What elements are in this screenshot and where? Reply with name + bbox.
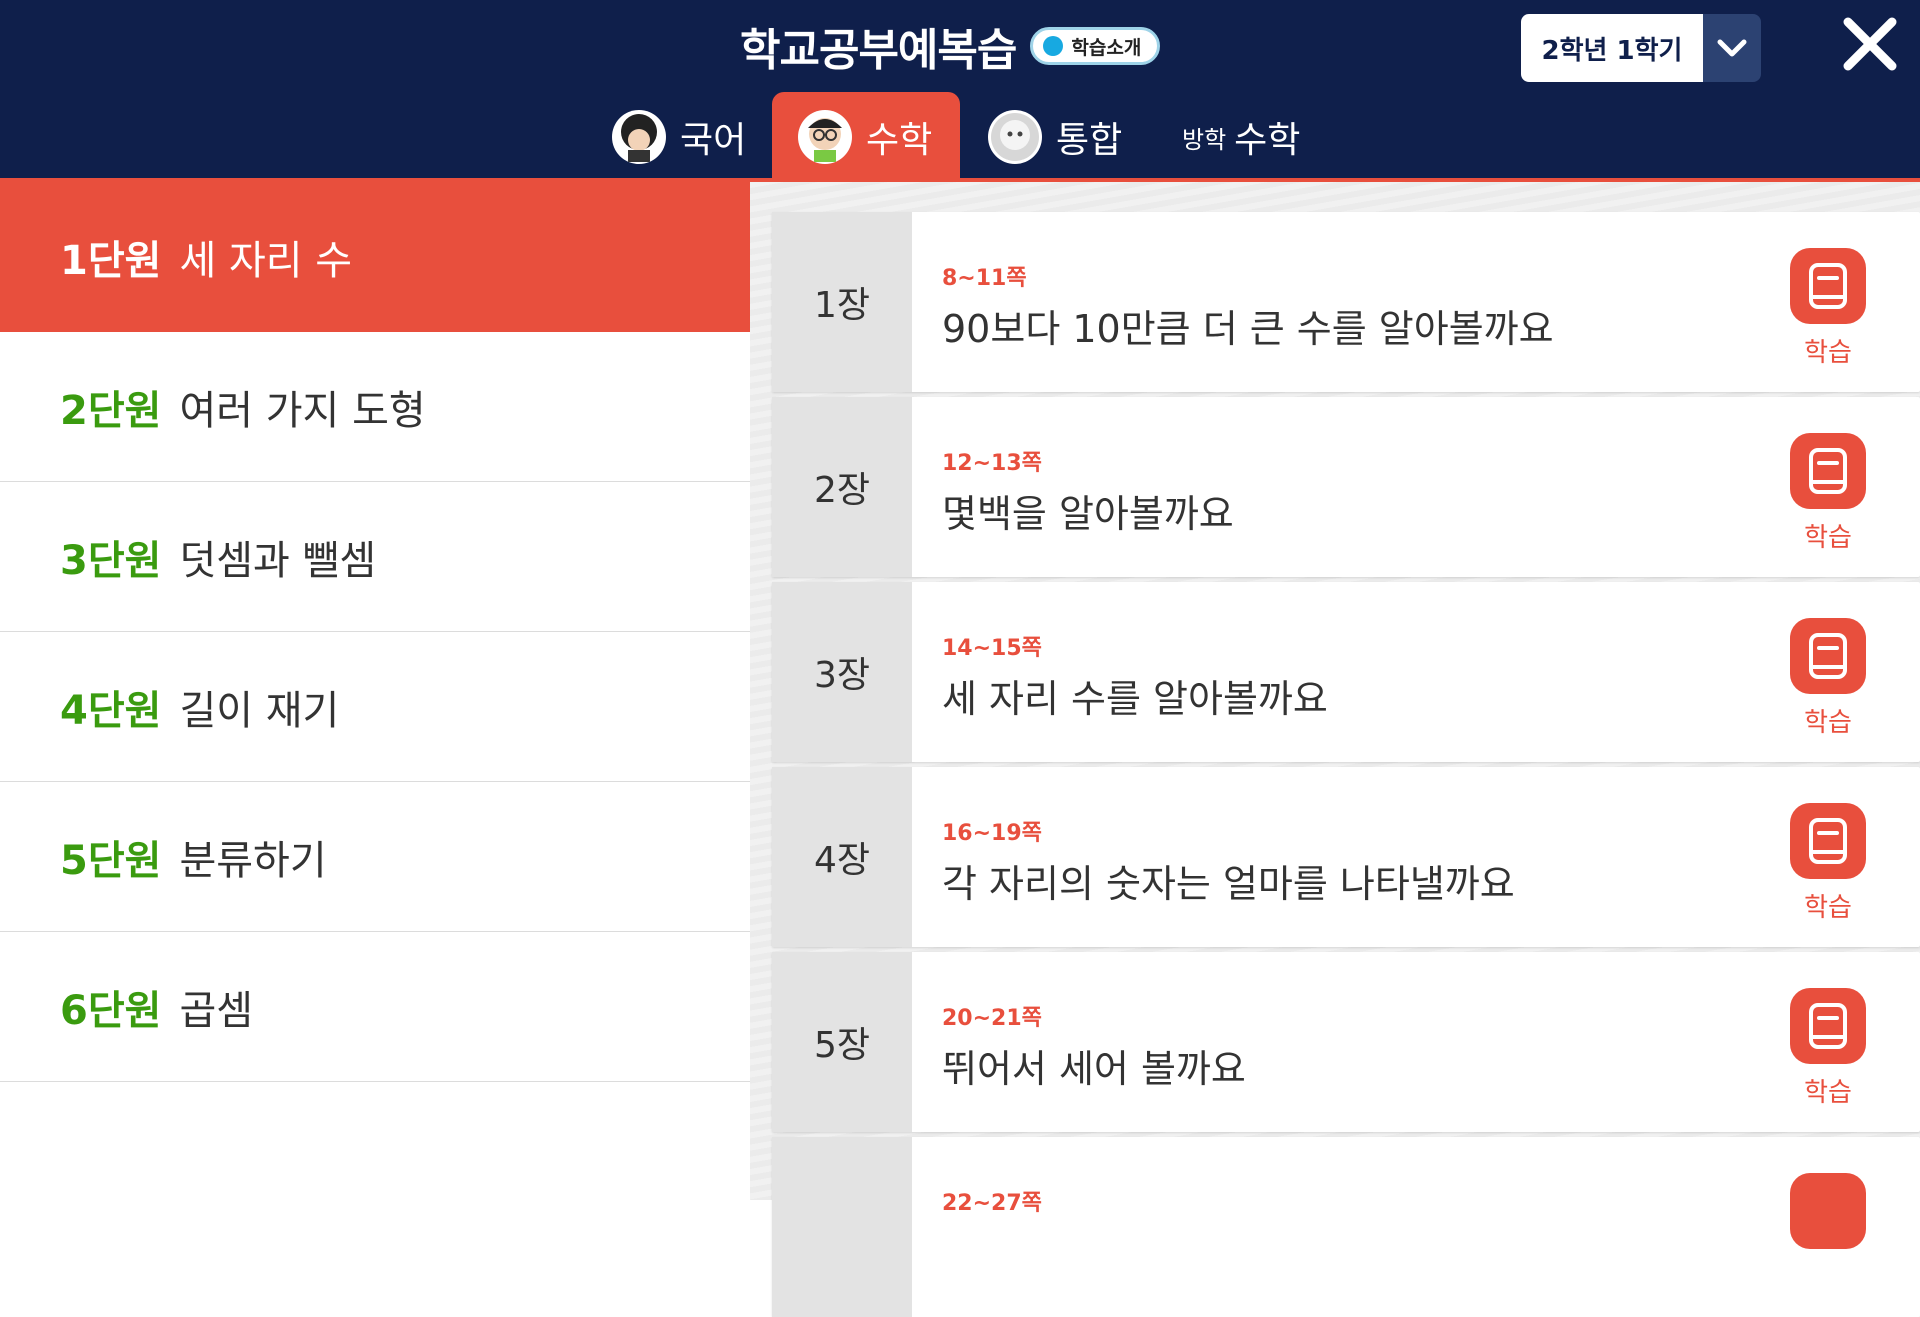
chapter-number: 3장 [772,582,912,762]
lesson-pages: 14~15쪽 [942,636,1042,661]
korean-character-icon [612,110,666,164]
lesson-row-2: 2장 12~13쪽 몇백을 알아볼까요 학습 [772,397,1920,577]
intro-label: 학습소개 [1071,36,1142,59]
tab-vacation-prefix: 방학 [1182,125,1227,154]
chapter-number [772,1137,912,1317]
book-icon [1790,618,1866,694]
tab-math-label: 수학 [866,120,933,161]
tab-korean-label: 국어 [680,120,747,161]
math-character-icon [798,110,852,164]
lesson-info: 12~13쪽 몇백을 알아볼까요 학습 [912,397,1920,577]
study-label: 학습 [1804,523,1852,553]
tab-vacation-label: 수학 [1234,120,1301,161]
lesson-row-3: 3장 14~15쪽 세 자리 수를 알아볼까요 학습 [772,582,1920,762]
lesson-title: 세 자리 수를 알아볼까요 [942,677,1328,721]
grade-value: 2학년 1학기 [1521,14,1703,82]
unit-sidebar: 1단원 세 자리 수 2단원 여러 가지 도형 3단원 덧셈과 뺄셈 4단원 길… [0,182,760,1200]
unit-name: 덧셈과 뺄셈 [179,537,377,584]
unit-number: 2단원 [60,387,162,434]
lesson-info: 16~19쪽 각 자리의 숫자는 얼마를 나타낼까요 학습 [912,767,1920,947]
lesson-title: 몇백을 알아볼까요 [942,492,1234,536]
book-icon [1790,433,1866,509]
book-icon [1790,1173,1866,1249]
unit-item-5[interactable]: 5단원 분류하기 [0,782,750,932]
study-label: 학습 [1804,893,1852,923]
app-header: 학교공부예복습 학습소개 2학년 1학기 국어 수학 통합 방학 수학 [0,0,1920,184]
unit-name: 길이 재기 [179,687,340,734]
unit-item-6[interactable]: 6단원 곱셈 [0,932,750,1082]
lesson-pages: 20~21쪽 [942,1006,1042,1031]
study-button[interactable]: 학습 [1790,618,1866,739]
lesson-pages: 16~19쪽 [942,821,1042,846]
chapter-number: 4장 [772,767,912,947]
unit-item-4[interactable]: 4단원 길이 재기 [0,632,750,782]
intro-button[interactable]: 학습소개 [1030,27,1161,65]
chapter-number: 1장 [772,212,912,392]
tab-integrated[interactable]: 통합 [988,92,1128,182]
chapter-number: 5장 [772,952,912,1132]
subject-tabs: 국어 수학 통합 방학 수학 [0,92,1920,182]
book-icon [1790,248,1866,324]
app-title: 학교공부예복습 [740,25,1017,76]
chevron-down-icon[interactable] [1703,14,1761,82]
study-label: 학습 [1804,708,1852,738]
unit-number: 3단원 [60,537,162,584]
book-icon [1790,803,1866,879]
study-button[interactable]: 학습 [1790,988,1866,1109]
unit-item-1[interactable]: 1단원 세 자리 수 [0,182,760,332]
unit-number: 5단원 [60,837,162,884]
study-label: 학습 [1804,1078,1852,1108]
unit-item-2[interactable]: 2단원 여러 가지 도형 [0,332,750,482]
lesson-pages: 8~11쪽 [942,266,1027,291]
unit-number: 6단원 [60,987,162,1034]
lesson-pages: 12~13쪽 [942,451,1042,476]
lesson-title: 뛰어서 세어 볼까요 [942,1047,1246,1091]
unit-name: 분류하기 [179,837,327,884]
title-area: 학교공부예복습 학습소개 [740,16,1161,76]
tab-math[interactable]: 수학 [772,92,960,182]
unit-name: 여러 가지 도형 [179,387,426,434]
study-button[interactable]: 학습 [1790,248,1866,369]
lesson-row-6: 22~27쪽 [772,1137,1920,1317]
study-button[interactable]: 학습 [1790,803,1866,924]
lesson-row-5: 5장 20~21쪽 뛰어서 세어 볼까요 학습 [772,952,1920,1132]
unit-name: 곱셈 [179,987,254,1034]
robot-character-icon [988,110,1042,164]
lesson-row-4: 4장 16~19쪽 각 자리의 숫자는 얼마를 나타낼까요 학습 [772,767,1920,947]
lesson-title: 90보다 10만큼 더 큰 수를 알아볼까요 [942,307,1554,351]
study-button[interactable]: 학습 [1790,433,1866,554]
info-dot-icon [1043,36,1064,56]
study-button[interactable] [1790,1173,1866,1249]
lesson-info: 22~27쪽 [912,1137,1920,1317]
tab-korean[interactable]: 국어 [612,92,752,182]
grade-select[interactable]: 2학년 1학기 [1521,14,1761,82]
unit-number: 1단원 [60,238,162,284]
book-icon [1790,988,1866,1064]
lesson-pages: 22~27쪽 [942,1191,1042,1216]
study-label: 학습 [1804,338,1852,368]
chapter-number: 2장 [772,397,912,577]
tab-integrated-label: 통합 [1056,120,1123,161]
lesson-info: 20~21쪽 뛰어서 세어 볼까요 학습 [912,952,1920,1132]
unit-item-3[interactable]: 3단원 덧셈과 뺄셈 [0,482,750,632]
tab-vacation-math[interactable]: 방학 수학 [1182,92,1322,182]
unit-number: 4단원 [60,687,162,734]
lesson-list: 1장 8~11쪽 90보다 10만큼 더 큰 수를 알아볼까요 학습 2장 12… [750,182,1920,1317]
lesson-row-1: 1장 8~11쪽 90보다 10만큼 더 큰 수를 알아볼까요 학습 [772,212,1920,392]
close-icon[interactable] [1840,14,1900,74]
lesson-title: 각 자리의 숫자는 얼마를 나타낼까요 [942,862,1515,906]
unit-name: 세 자리 수 [179,238,353,284]
lesson-info: 14~15쪽 세 자리 수를 알아볼까요 학습 [912,582,1920,762]
lesson-info: 8~11쪽 90보다 10만큼 더 큰 수를 알아볼까요 학습 [912,212,1920,392]
